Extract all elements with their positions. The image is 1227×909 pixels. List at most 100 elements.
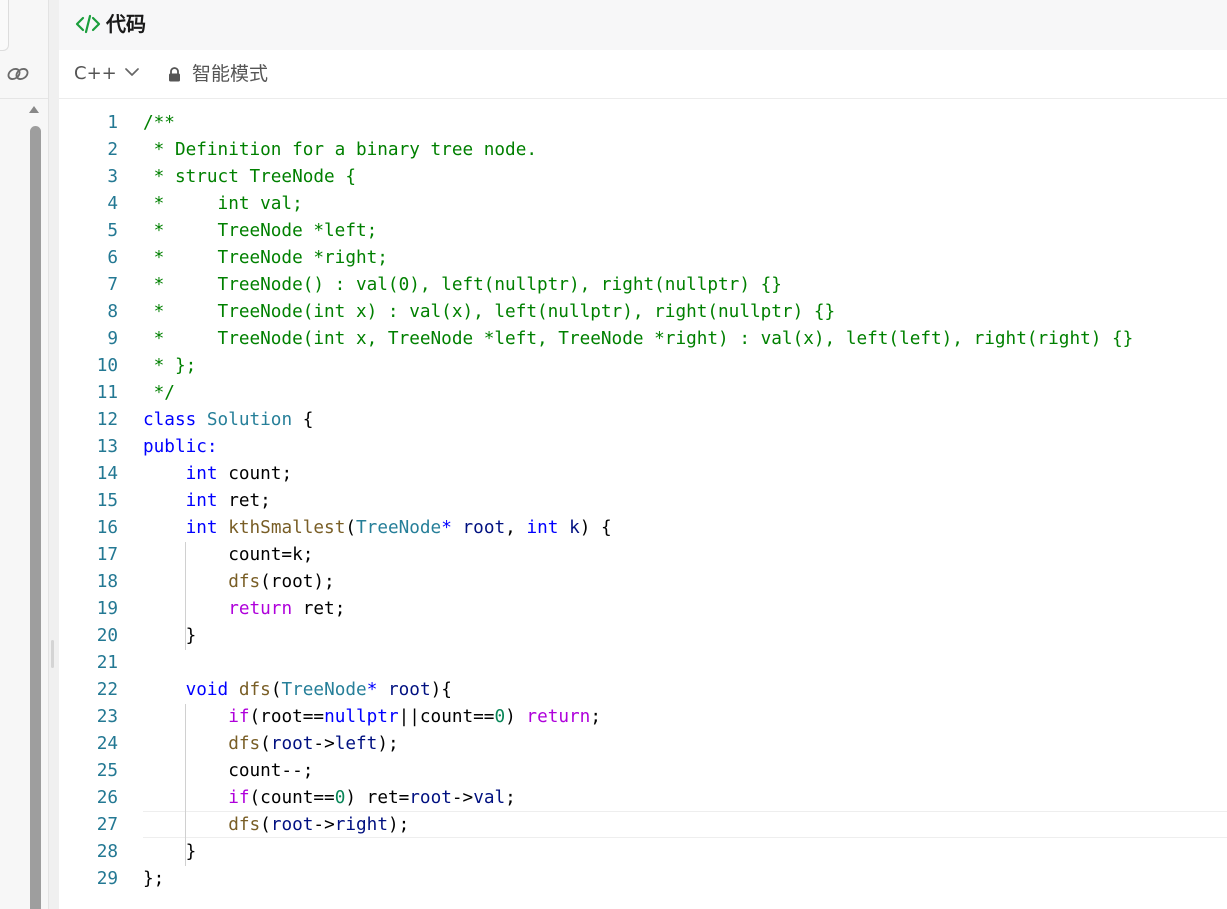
code-line[interactable]: 6 * TreeNode *right; — [59, 245, 1227, 272]
code-token: ; — [590, 707, 601, 727]
line-code: * TreeNode *right; — [143, 245, 388, 272]
code-token: root — [388, 680, 431, 700]
code-token: root — [270, 815, 314, 835]
code-line[interactable]: 2 * Definition for a binary tree node. — [59, 137, 1227, 164]
code-token: if — [228, 707, 250, 727]
code-line[interactable]: 21 — [59, 650, 1227, 677]
code-token: if — [228, 788, 250, 808]
code-token: nullptr — [324, 707, 399, 727]
code-line[interactable]: 8 * TreeNode(int x) : val(x), left(nullp… — [59, 299, 1227, 326]
code-line[interactable]: 10 * }; — [59, 353, 1227, 380]
code-line[interactable]: 26 if(count==0) ret=root->val; — [59, 785, 1227, 812]
code-token: ){ — [430, 680, 452, 700]
code-line[interactable]: 18 dfs(root); — [59, 569, 1227, 596]
line-number: 16 — [96, 518, 118, 538]
chevron-down-icon[interactable] — [125, 67, 139, 77]
line-number: 14 — [96, 464, 118, 484]
line-number: 22 — [96, 680, 118, 700]
code-line[interactable]: 3 * struct TreeNode { — [59, 164, 1227, 191]
code-token: right — [334, 815, 388, 835]
link-icon[interactable] — [6, 62, 30, 86]
code-line[interactable]: 9 * TreeNode(int x, TreeNode *left, Tree… — [59, 326, 1227, 353]
code-token: * struct TreeNode { — [143, 167, 356, 187]
code-line[interactable]: 5 * TreeNode *left; — [59, 218, 1227, 245]
mode-label[interactable]: 智能模式 — [192, 63, 268, 85]
line-number: 19 — [96, 599, 118, 619]
scrollbar-thumb[interactable] — [30, 126, 41, 909]
code-line[interactable]: 27 dfs(root->right); — [59, 812, 1227, 839]
code-line[interactable]: 7 * TreeNode() : val(0), left(nullptr), … — [59, 272, 1227, 299]
code-token: ( — [345, 518, 357, 538]
code-line[interactable]: 14 int count; — [59, 461, 1227, 488]
code-line[interactable]: 28 } — [59, 839, 1227, 866]
left-sidebar — [0, 0, 49, 909]
line-code: dfs(root); — [143, 569, 335, 596]
line-number: 25 — [96, 761, 118, 781]
code-token: ( — [260, 734, 271, 754]
code-line[interactable]: 24 dfs(root->left); — [59, 731, 1227, 758]
code-line[interactable]: 16 int kthSmallest(TreeNode* root, int k… — [59, 515, 1227, 542]
line-number: 6 — [107, 248, 118, 268]
line-code: * TreeNode() : val(0), left(nullptr), ri… — [143, 272, 782, 299]
line-code: public: — [143, 434, 218, 461]
line-code: /** — [143, 110, 175, 137]
line-code: int kthSmallest(TreeNode* root, int k) { — [143, 515, 612, 542]
line-number: 23 — [96, 707, 118, 727]
code-line[interactable]: 25 count--; — [59, 758, 1227, 785]
code-line[interactable]: 17 count=k; — [59, 542, 1227, 569]
scroll-up-arrow-icon[interactable] — [29, 106, 39, 113]
line-code: if(root==nullptr||count==0) return; — [143, 704, 601, 731]
code-line[interactable]: 29}; — [59, 866, 1227, 893]
code-line[interactable]: 23 if(root==nullptr||count==0) return; — [59, 704, 1227, 731]
line-number: 13 — [96, 437, 118, 457]
code-line[interactable]: 11 */ — [59, 380, 1227, 407]
code-line[interactable]: 22 void dfs(TreeNode* root){ — [59, 677, 1227, 704]
code-line[interactable]: 19 return ret; — [59, 596, 1227, 623]
code-line[interactable]: 1 /** — [59, 110, 1227, 137]
line-number: 28 — [96, 842, 118, 862]
code-line[interactable]: 12 class Solution { — [59, 407, 1227, 434]
line-number: 2 — [107, 140, 118, 160]
line-number: 24 — [96, 734, 118, 754]
panel-resize-handle[interactable] — [51, 640, 54, 668]
code-editor[interactable]: 1 /** 2 * Definition for a binary tree nod… — [59, 98, 1227, 909]
line-code: * TreeNode(int x, TreeNode *left, TreeNo… — [143, 326, 1134, 353]
code-token: return — [526, 707, 591, 727]
line-code: if(count==0) ret=root->val; — [143, 785, 516, 812]
code-token: (root); — [260, 572, 335, 592]
code-token: ); — [387, 815, 410, 835]
code-token: -> — [451, 788, 474, 808]
code-token: ); — [377, 734, 399, 754]
code-token: -> — [313, 815, 335, 835]
line-code: } — [143, 839, 197, 866]
code-line[interactable]: 15 int ret; — [59, 488, 1227, 515]
language-select[interactable]: C++ — [74, 63, 117, 85]
code-token: ||count== — [398, 707, 495, 727]
code-line[interactable]: 13 public: — [59, 434, 1227, 461]
code-panel: 代码 C++ 智能模式 1 /** 2 * Definition for a bin… — [59, 0, 1227, 909]
line-code: int ret; — [143, 488, 271, 515]
code-token: }; — [143, 869, 165, 889]
code-line[interactable]: 4 * int val; — [59, 191, 1227, 218]
code-token: root — [462, 518, 506, 538]
code-token: Solution — [206, 410, 293, 430]
code-token: int — [185, 464, 218, 484]
code-token: root — [270, 734, 314, 754]
line-code: * struct TreeNode { — [143, 164, 356, 191]
left-panel-edge — [0, 0, 9, 51]
line-number: 11 — [96, 383, 118, 403]
code-token: * TreeNode(int x) : val(x), left(nullptr… — [143, 302, 836, 322]
code-line[interactable]: 20 } — [59, 623, 1227, 650]
code-token: k — [569, 518, 580, 538]
line-code: return ret; — [143, 596, 345, 623]
code-token: ) { — [579, 518, 612, 538]
